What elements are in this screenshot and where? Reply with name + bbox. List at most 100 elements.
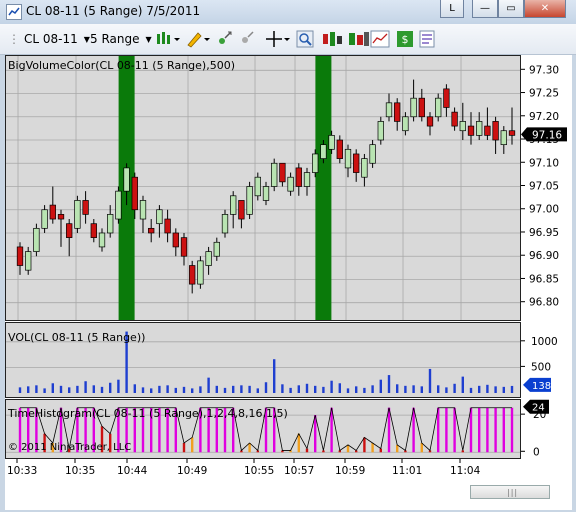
candle-body (484, 125, 491, 136)
volume-bar (109, 382, 112, 393)
volume-bar (18, 387, 22, 393)
price-axis-label: 96.90 (529, 250, 559, 262)
price-axis-label: 97.25 (529, 88, 559, 100)
volume-bar (297, 385, 300, 393)
candle-body (131, 176, 138, 211)
instrument-overlay-icon[interactable] (322, 30, 344, 48)
candle-body (312, 153, 319, 173)
time-histogram-panel[interactable]: TimeHistogram(CL 08-11 (5 Range),1,2,4,8… (5, 399, 521, 459)
volume-bar (59, 385, 63, 393)
volume-bar (346, 388, 350, 393)
volume-bar (117, 379, 120, 393)
candle-body (344, 148, 352, 169)
volume-bar (289, 387, 292, 393)
period-selector[interactable]: 5 Range ▼ (90, 30, 152, 48)
svg-text:$: $ (402, 33, 409, 46)
volume-bar (150, 388, 153, 393)
volume-bar (248, 385, 251, 393)
time-axis-label: 11:04 (450, 465, 481, 477)
volume-bar (232, 385, 235, 393)
candle-body (49, 204, 56, 220)
zoom-in-icon[interactable] (215, 30, 233, 48)
volume-bar (141, 387, 145, 393)
candle-body (98, 232, 106, 248)
candle-body (451, 111, 458, 127)
candle-body (435, 97, 442, 118)
zoom-out-icon[interactable] (237, 30, 255, 48)
dollar-icon[interactable]: $ (396, 30, 414, 48)
candle-body (418, 97, 425, 118)
price-axis[interactable]: 97.3097.2097.1097.0096.9096.8097.2597.15… (521, 55, 572, 321)
volume-bar (43, 388, 46, 393)
histogram-last-value: 24 (532, 403, 545, 414)
candle-body (205, 251, 212, 266)
candle-body (287, 176, 294, 192)
candle-body (172, 232, 179, 248)
volume-axis-label: 500 (531, 361, 551, 373)
candle-body (369, 144, 376, 164)
candle-body (33, 227, 40, 252)
chart-scrollbar[interactable]: ||| (470, 485, 550, 499)
volume-bar (100, 386, 104, 393)
restore-button[interactable]: ▭ (498, 0, 524, 18)
crosshair-icon[interactable] (265, 30, 291, 48)
candle-body (476, 121, 483, 136)
time-histogram-axis[interactable]: 20 0 24 (521, 399, 572, 459)
close-button[interactable]: ✕ (524, 0, 566, 18)
volume-bar (453, 383, 456, 393)
candle-body (271, 162, 278, 187)
volume-axis[interactable]: 1000 500 138 (521, 322, 572, 398)
candle-body (107, 214, 114, 234)
candle-body (377, 121, 384, 141)
chevron-down-icon: ▼ (83, 34, 90, 44)
indicators-icon[interactable] (348, 30, 370, 48)
price-panel[interactable]: BigVolumeColor(CL 08-11 (5 Range),500) (5, 55, 521, 321)
candle-body (394, 102, 401, 122)
price-axis-label: 97.00 (529, 204, 559, 216)
candle-body (500, 130, 507, 146)
volume-bar (76, 385, 79, 393)
volume-bar (182, 386, 186, 393)
period-label: 5 Range (90, 32, 140, 46)
volume-axis-ticks: 1000 500 138 (521, 336, 558, 392)
volume-bar (322, 386, 325, 393)
volume-bar (281, 384, 284, 393)
copyright-text: © 2011 NinjaTrader, LLC (8, 442, 132, 453)
volume-panel[interactable]: VOL(CL 08-11 (5 Range)) (5, 322, 521, 398)
minimize-button[interactable]: — (472, 0, 498, 18)
instrument-label: CL 08-11 (24, 32, 78, 46)
scrollbar-grip: ||| (507, 488, 519, 497)
volume-bar (305, 383, 309, 393)
candle-body (123, 167, 130, 192)
volume-bar (68, 387, 71, 393)
bar-type-icon[interactable] (155, 30, 181, 48)
window-title: CL 08-11 (5 Range) 7/5/2011 (26, 4, 201, 18)
candle-body (426, 116, 434, 127)
candle-body (361, 158, 368, 178)
layout-button[interactable]: L (440, 0, 464, 18)
price-axis-label: 97.30 (529, 64, 559, 76)
candle-body (467, 125, 475, 136)
volume-bar (174, 387, 177, 393)
price-axis-label: 97.10 (529, 157, 559, 169)
price-axis-label: 97.20 (529, 111, 559, 123)
chart-area[interactable]: BigVolumeColor(CL 08-11 (5 Range),500) 9… (5, 55, 572, 510)
volume-bar (207, 377, 210, 393)
price-plot (6, 56, 520, 320)
volume-bar (502, 386, 505, 393)
instrument-selector[interactable]: CL 08-11 ▼ (24, 30, 90, 48)
chart-style-icon[interactable] (370, 30, 390, 48)
volume-bar (396, 384, 399, 393)
pencil-draw-icon[interactable] (185, 30, 211, 48)
time-axis-label: 10:57 (284, 465, 314, 477)
properties-icon[interactable] (418, 30, 436, 48)
volume-bar (223, 387, 227, 393)
candle-body (213, 241, 220, 257)
price-axis-label: 96.80 (529, 297, 559, 309)
chevron-down-icon: ▼ (145, 34, 152, 44)
time-axis-label: 10:55 (244, 465, 274, 477)
time-axis[interactable]: 10:33 10:35 10:44 10:49 10:55 10:57 10:59 11:01… (5, 459, 521, 481)
volume-bar (461, 376, 464, 393)
candle-body (328, 135, 335, 150)
search-magnify-icon[interactable] (296, 30, 314, 48)
